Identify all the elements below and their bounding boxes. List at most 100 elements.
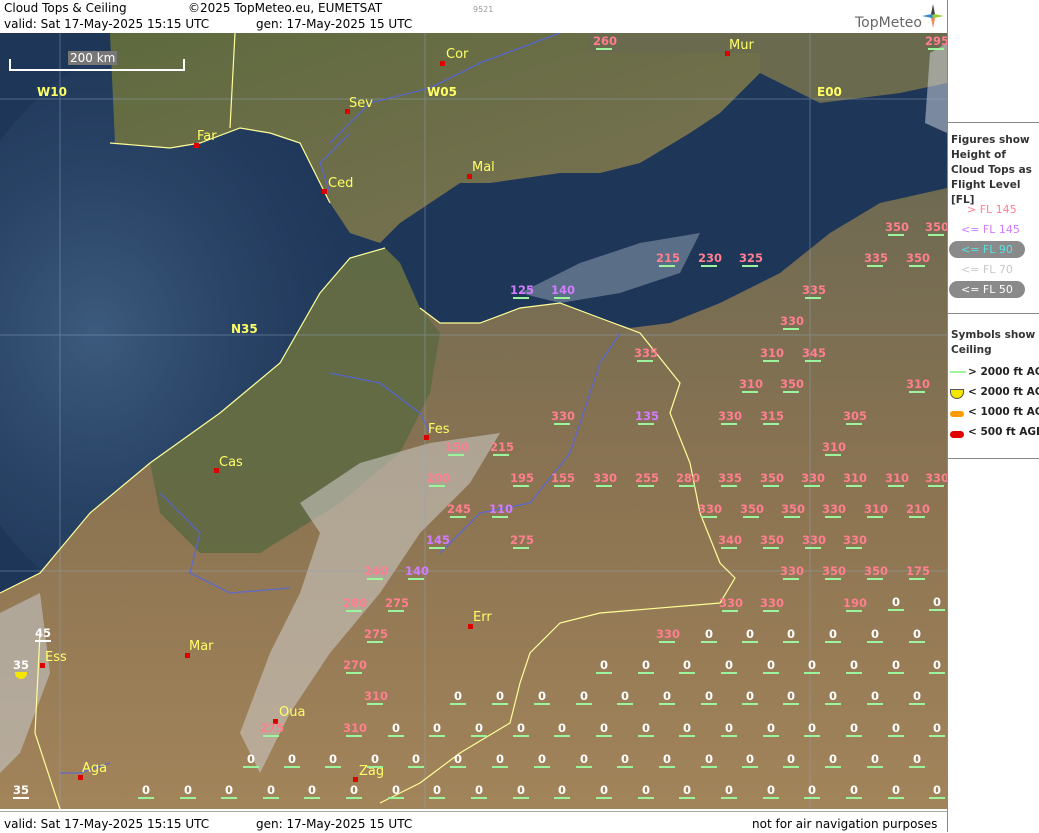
cloud-top-value: 340 [718, 533, 742, 551]
ceiling-symbol-icon [638, 735, 654, 737]
ceiling-symbol-icon [784, 516, 800, 518]
ceiling-symbol-icon [846, 672, 862, 674]
cloud-top-value: 335 [634, 346, 658, 364]
ceiling-symbol-icon [679, 797, 695, 799]
ceiling-zero-value: 0 [573, 752, 595, 770]
ceiling-symbol-icon [804, 735, 820, 737]
ceiling-symbol-icon [492, 766, 508, 768]
ceiling-symbol-icon [909, 391, 925, 393]
ceiling-symbol-icon [742, 766, 758, 768]
city-label-err: Err [473, 610, 492, 625]
ceiling-zero-value: 0 [385, 721, 407, 739]
value-text: 0 [745, 752, 754, 766]
value-text: 0 [828, 627, 837, 641]
ceiling-symbol-icon [408, 578, 424, 580]
ceiling-symbol-icon [638, 672, 654, 674]
legend-ceiling-label: < 500 ft AGL [968, 426, 1039, 438]
value-text: 0 [870, 752, 879, 766]
legend-ceiling-symbol-icon [950, 431, 964, 438]
ceiling-symbol-icon [346, 672, 362, 674]
ceiling-symbol-icon [742, 265, 758, 267]
ceiling-symbol-icon [596, 48, 612, 50]
ceiling-symbol-icon [825, 516, 841, 518]
ceiling-symbol-icon [742, 391, 758, 393]
legend-panel: Figures show Height of Cloud Tops as Fli… [947, 0, 1039, 832]
ceiling-symbol-icon [429, 547, 445, 549]
ceiling-symbol-icon [846, 797, 862, 799]
value-text: 350 [740, 502, 765, 516]
ceiling-symbol-icon [492, 516, 508, 518]
ceiling-symbol-icon [659, 703, 675, 705]
value-text: 0 [932, 721, 941, 735]
value-text: 350 [780, 377, 805, 391]
cloud-top-value: 330 [551, 409, 575, 427]
grid-label-w05: W05 [427, 85, 457, 99]
ceiling-zero-value: 0 [135, 783, 157, 801]
ceiling-zero-value: 0 [614, 689, 636, 707]
ceiling-symbol-icon [701, 641, 717, 643]
value-text: 280 [343, 596, 368, 610]
cloud-top-value: 150 [445, 440, 469, 458]
ceiling-zero-value: 0 [468, 783, 490, 801]
cloud-top-value: 330 [593, 471, 617, 489]
value-text: 0 [786, 752, 795, 766]
ceiling-zero-value: 0 [322, 752, 344, 770]
value-text: 0 [662, 752, 671, 766]
ceiling-symbol-icon [596, 485, 612, 487]
ceiling-symbol-icon [679, 485, 695, 487]
cloud-top-value: 230 [698, 251, 722, 269]
ceiling-symbol-icon [909, 641, 925, 643]
cloud-top-value: 330 [801, 471, 825, 489]
ceiling-zero-value: 0 [531, 752, 553, 770]
ceiling-symbol-icon [804, 485, 820, 487]
ceiling-zero-value: 0 [718, 721, 740, 739]
cloud-top-value: 310 [864, 502, 888, 520]
value-text: 0 [912, 752, 921, 766]
ceiling-symbol-icon [721, 485, 737, 487]
ceiling-symbol-icon [721, 547, 737, 549]
value-text: 330 [843, 533, 868, 547]
satellite-map[interactable]: 200 km W10 W05 E00 N35 Cor Mur Sev Far Ced Ma… [0, 33, 947, 809]
ceiling-symbol-icon [35, 640, 51, 642]
valid-time: valid: Sat 17-May-2025 15:15 UTC [4, 17, 210, 31]
ceiling-symbol-icon [888, 609, 904, 611]
cloud-top-value: 335 [864, 251, 888, 269]
cloud-top-value: 330 [718, 409, 743, 427]
ceiling-symbol-icon [554, 423, 570, 425]
value-text: 0 [932, 783, 941, 797]
ceiling-zero-value: 0 [676, 783, 698, 801]
ceiling-symbol-icon [679, 735, 695, 737]
ceiling-zero-value: 0 [510, 721, 532, 739]
cloud-top-value: 310 [364, 689, 388, 707]
ceiling-zero-value: 0 [780, 752, 802, 770]
ceiling-zero-value: 0 [718, 783, 740, 801]
ceiling-zero-value: 0 [760, 783, 782, 801]
value-text: 275 [385, 596, 410, 610]
ceiling-symbol-icon [909, 766, 925, 768]
ceiling-symbol-icon [596, 672, 612, 674]
ceiling-symbol-icon [284, 766, 300, 768]
value-text: 0 [641, 783, 650, 797]
value-text: 145 [426, 533, 451, 547]
value-text: 330 [718, 409, 743, 423]
value-text: 0 [183, 783, 192, 797]
ceiling-zero-value: 0 [426, 721, 448, 739]
ceiling-symbol-icon [346, 735, 362, 737]
value-text: 0 [641, 658, 650, 672]
value-text: 0 [828, 752, 837, 766]
value-text: 0 [766, 658, 775, 672]
ceiling-zero-value: 0 [780, 689, 802, 707]
ceiling-symbol-icon [659, 641, 675, 643]
ceiling-symbol-icon [554, 485, 570, 487]
ceiling-symbol-icon [596, 735, 612, 737]
ceiling-symbol-icon [763, 547, 779, 549]
ceiling-zero-value: 0 [240, 752, 262, 770]
ceiling-symbol-icon [928, 48, 944, 50]
ceiling-symbol-icon [596, 797, 612, 799]
value-text: 0 [411, 752, 420, 766]
value-text: 0 [849, 721, 858, 735]
value-text: 0 [682, 783, 691, 797]
cloud-top-value: 350 [822, 564, 846, 582]
cloud-top-value: 240 [364, 564, 388, 582]
value-text: 350 [864, 564, 889, 578]
